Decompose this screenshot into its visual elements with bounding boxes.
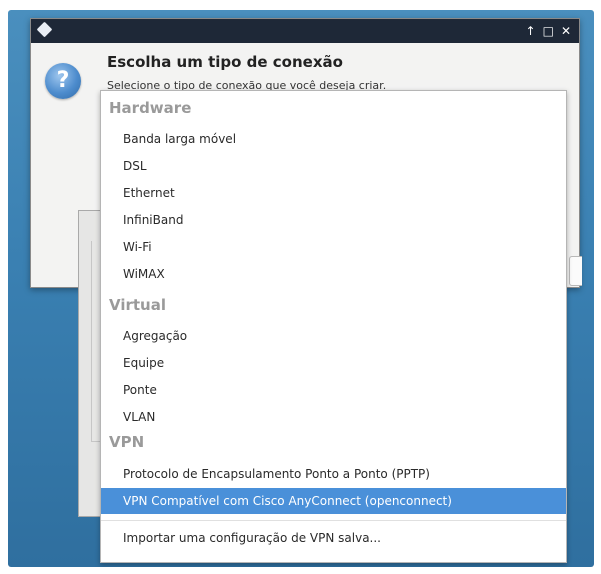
menu-header-virtual: Virtual bbox=[109, 296, 166, 314]
maximize-button[interactable]: □ bbox=[543, 22, 554, 40]
window-controls: ↑ □ ✕ bbox=[526, 22, 571, 40]
menu-item-agregacao[interactable]: Agregação bbox=[101, 323, 566, 349]
menu-item-ponte[interactable]: Ponte bbox=[101, 377, 566, 403]
menu-item-banda-larga-movel[interactable]: Banda larga móvel bbox=[101, 126, 566, 152]
menu-item-pptp[interactable]: Protocolo de Encapsulamento Ponto a Pont… bbox=[101, 461, 566, 487]
connection-type-menu: Hardware Banda larga móvel DSL Ethernet … bbox=[100, 90, 567, 563]
menu-item-equipe[interactable]: Equipe bbox=[101, 350, 566, 376]
desktop-background: ↑ □ ✕ ? Escolha um tipo de conexão Selec… bbox=[8, 10, 594, 567]
app-diamond-icon bbox=[36, 21, 53, 38]
question-icon: ? bbox=[45, 63, 81, 99]
menu-item-vlan[interactable]: VLAN bbox=[101, 404, 566, 430]
title-bar[interactable]: ↑ □ ✕ bbox=[31, 19, 579, 43]
menu-separator bbox=[101, 520, 566, 521]
dialog-button-edge[interactable] bbox=[569, 256, 582, 286]
close-button[interactable]: ✕ bbox=[561, 22, 571, 40]
menu-item-import-vpn[interactable]: Importar uma configuração de VPN salva..… bbox=[101, 525, 566, 551]
menu-item-dsl[interactable]: DSL bbox=[101, 153, 566, 179]
menu-item-openconnect[interactable]: VPN Compatível com Cisco AnyConnect (ope… bbox=[101, 488, 566, 514]
menu-item-wimax[interactable]: WiMAX bbox=[101, 261, 566, 287]
menu-item-infiniband[interactable]: InfiniBand bbox=[101, 207, 566, 233]
dialog-title: Escolha um tipo de conexão bbox=[107, 53, 343, 71]
menu-item-wifi[interactable]: Wi-Fi bbox=[101, 234, 566, 260]
menu-header-hardware: Hardware bbox=[109, 99, 192, 117]
menu-header-vpn: VPN bbox=[109, 433, 145, 451]
menu-item-ethernet[interactable]: Ethernet bbox=[101, 180, 566, 206]
pin-button[interactable]: ↑ bbox=[526, 22, 536, 40]
